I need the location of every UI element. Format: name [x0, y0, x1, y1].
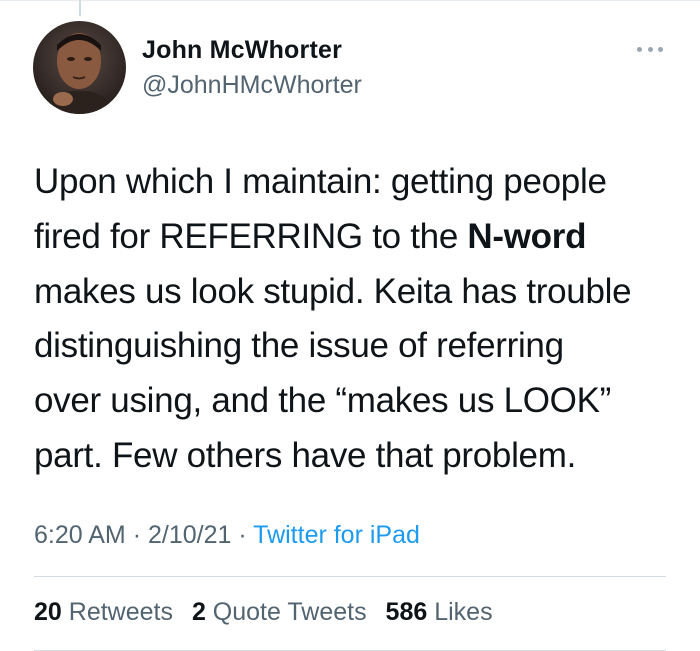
top-border	[0, 0, 700, 1]
likes-count: 586	[385, 598, 428, 626]
tweet-line: over using, and the “makes us LOOK”	[34, 381, 611, 421]
likes-label: Likes	[434, 598, 493, 626]
tweet-line: fired for REFERRING to the N-word	[34, 210, 684, 265]
tweet-source-link[interactable]: Twitter for iPad	[253, 521, 420, 549]
avatar[interactable]	[33, 21, 126, 114]
tweet-time[interactable]: 6:20 AM	[34, 521, 126, 549]
more-options-icon[interactable]	[637, 36, 663, 62]
more-dot	[658, 46, 663, 52]
tweet-meta: 6:20 AM · 2/10/21 · Twitter for iPad	[34, 521, 420, 550]
tweet-line: Upon which I maintain: getting people	[34, 162, 607, 201]
retweets-stat[interactable]: 20 Retweets	[34, 598, 173, 626]
quote-tweets-stat[interactable]: 2 Quote Tweets	[192, 598, 367, 626]
retweets-count: 20	[34, 598, 62, 626]
author-handle[interactable]: @JohnHMcWhorter	[142, 71, 362, 100]
likes-stat[interactable]: 586 Likes	[386, 598, 493, 626]
tweet-line: distinguishing the issue of referring	[34, 326, 564, 366]
tweet-stats: 20 Retweets 2 Quote Tweets 586 Likes	[34, 598, 505, 627]
quote-tweets-label: Quote Tweets	[212, 598, 367, 626]
tweet-line-text: fired for REFERRING to the	[34, 216, 468, 256]
tweet-text: Upon which I maintain: getting people fi…	[34, 155, 684, 484]
tweet-line: part. Few others have that problem.	[34, 435, 576, 475]
retweets-label: Retweets	[68, 598, 173, 626]
meta-separator: ·	[238, 521, 247, 549]
tweet-date[interactable]: 2/10/21	[148, 521, 231, 549]
bold-term: N-word	[467, 216, 587, 256]
avatar-image	[33, 21, 126, 114]
more-dot	[637, 46, 642, 52]
thread-connector-line	[79, 0, 81, 16]
author-name[interactable]: John McWhorter	[142, 36, 342, 65]
meta-separator: ·	[132, 521, 142, 549]
tweet-line: makes us look stupid. Keita has trouble	[34, 271, 632, 311]
divider	[34, 576, 666, 577]
quote-tweets-count: 2	[191, 598, 206, 626]
more-dot	[647, 46, 653, 52]
